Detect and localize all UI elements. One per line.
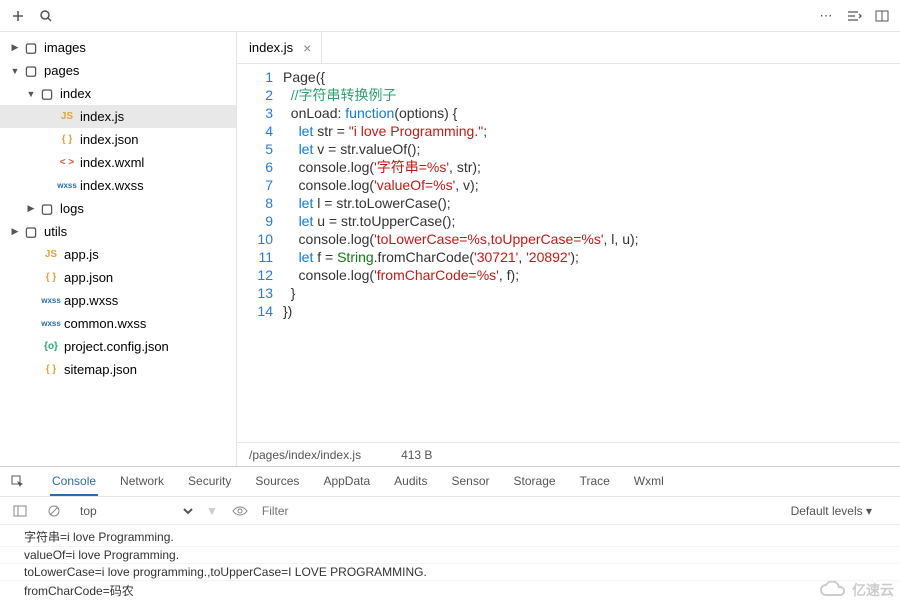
split-icon[interactable] xyxy=(870,4,894,28)
devtools-tabs: Console Network Security Sources AppData Audi… xyxy=(0,467,900,497)
tree-item-app-js[interactable]: JSapp.js xyxy=(0,243,236,266)
more-icon[interactable]: ⋯ xyxy=(814,4,838,28)
code-content: Page({ //字符串转换例子 onLoad: function(option… xyxy=(283,68,900,442)
indent-icon[interactable] xyxy=(842,4,866,28)
tab-label: index.js xyxy=(249,40,293,55)
tree-item-project-config-json[interactable]: {o}project.config.json xyxy=(0,335,236,358)
tree-item-app-wxss[interactable]: wxssapp.wxss xyxy=(0,289,236,312)
add-icon[interactable] xyxy=(6,4,30,28)
tree-item-index[interactable]: ▼▢index xyxy=(0,82,236,105)
tree-item-logs[interactable]: ▶▢logs xyxy=(0,197,236,220)
log-line: fromCharCode=码农 xyxy=(0,581,900,600)
context-select[interactable]: top xyxy=(76,503,196,519)
file-path: /pages/index/index.js xyxy=(249,448,361,462)
clear-icon[interactable] xyxy=(42,499,66,523)
filter-input[interactable] xyxy=(262,504,781,518)
log-line: valueOf=i love Programming. xyxy=(0,547,900,564)
devtab-sources[interactable]: Sources xyxy=(253,468,301,496)
tab-index-js[interactable]: index.js × xyxy=(237,32,322,64)
log-line: 字符串=i love Programming. xyxy=(0,527,900,547)
devtab-network[interactable]: Network xyxy=(118,468,166,496)
tree-item-app-json[interactable]: { }app.json xyxy=(0,266,236,289)
tree-item-images[interactable]: ▶▢images xyxy=(0,36,236,59)
devtab-appdata[interactable]: AppData xyxy=(321,468,372,496)
tree-item-index-wxss[interactable]: wxssindex.wxss xyxy=(0,174,236,197)
file-explorer[interactable]: ▶▢images▼▢pages▼▢indexJSindex.js{ }index… xyxy=(0,32,237,466)
tree-item-index-js[interactable]: JSindex.js xyxy=(0,105,236,128)
devtab-trace[interactable]: Trace xyxy=(578,468,612,496)
eye-icon[interactable] xyxy=(228,499,252,523)
editor-tabbar: index.js × xyxy=(237,32,900,64)
devtab-wxml[interactable]: Wxml xyxy=(632,468,666,496)
tree-item-sitemap-json[interactable]: { }sitemap.json xyxy=(0,358,236,381)
levels-dropdown[interactable]: Default levels ▾ xyxy=(791,504,872,518)
devtab-security[interactable]: Security xyxy=(186,468,233,496)
top-toolbar: ⋯ xyxy=(0,0,900,32)
tree-item-common-wxss[interactable]: wxsscommon.wxss xyxy=(0,312,236,335)
editor-pane: index.js × 1234567891011121314 Page({ //… xyxy=(237,32,900,466)
devtab-sensor[interactable]: Sensor xyxy=(450,468,492,496)
close-icon[interactable]: × xyxy=(303,40,311,56)
tree-item-pages[interactable]: ▼▢pages xyxy=(0,59,236,82)
devtools-panel: Console Network Security Sources AppData Audi… xyxy=(0,466,900,600)
line-gutter: 1234567891011121314 xyxy=(237,68,283,442)
devtab-console[interactable]: Console xyxy=(50,468,98,496)
inspect-icon[interactable] xyxy=(6,470,30,494)
console-log[interactable]: 字符串=i love Programming.valueOf=i love Pr… xyxy=(0,525,900,600)
code-editor[interactable]: 1234567891011121314 Page({ //字符串转换例子 onL… xyxy=(237,64,900,442)
log-line: toLowerCase=i love programming.,toUpperC… xyxy=(0,564,900,581)
tree-item-index-json[interactable]: { }index.json xyxy=(0,128,236,151)
console-controls: top ▼ Default levels ▾ xyxy=(0,497,900,525)
toggle-sidebar-icon[interactable] xyxy=(8,499,32,523)
tree-item-utils[interactable]: ▶▢utils xyxy=(0,220,236,243)
search-icon[interactable] xyxy=(34,4,58,28)
devtab-audits[interactable]: Audits xyxy=(392,468,429,496)
tree-item-index-wxml[interactable]: < >index.wxml xyxy=(0,151,236,174)
devtab-storage[interactable]: Storage xyxy=(512,468,558,496)
file-size: 413 B xyxy=(401,448,432,462)
watermark: 亿速云 xyxy=(820,580,894,600)
status-bar: /pages/index/index.js 413 B xyxy=(237,442,900,466)
